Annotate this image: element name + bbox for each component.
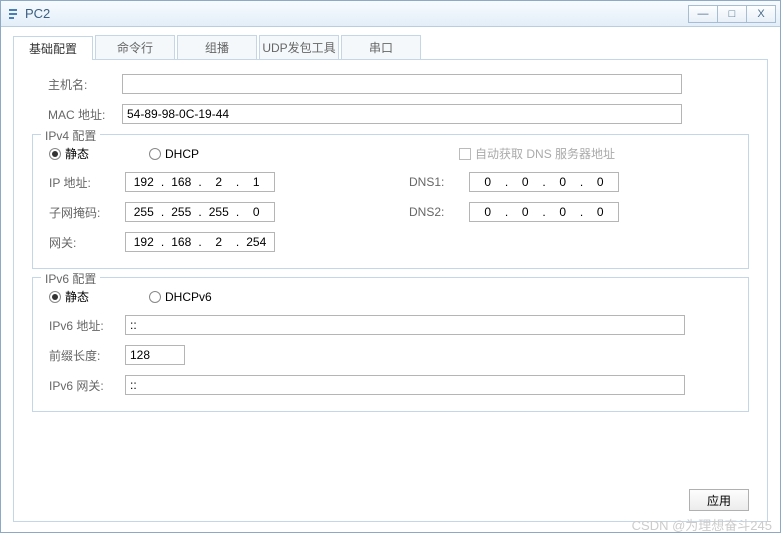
ip-row: IP 地址: 192. 168. 2. 1 <box>33 172 393 192</box>
ipv6-prefix-label: 前缀长度: <box>49 347 125 364</box>
tab-multicast[interactable]: 组播 <box>177 35 257 59</box>
mac-input[interactable] <box>122 104 682 124</box>
content: 基础配置 命令行 组播 UDP发包工具 串口 主机名: MAC 地址: IPv4… <box>1 27 780 530</box>
ipv6-addr-label: IPv6 地址: <box>49 317 125 334</box>
auto-dns-checkbox[interactable]: 自动获取 DNS 服务器地址 <box>459 145 615 162</box>
ipv6-mode-row: 静态 DHCPv6 <box>33 288 748 305</box>
close-button[interactable]: X <box>746 5 776 23</box>
ipv4-static-radio[interactable]: 静态 <box>49 145 89 162</box>
ipv6-addr-input[interactable]: :: <box>125 315 685 335</box>
ipv4-dhcp-label: DHCP <box>165 147 199 161</box>
ipv6-prefix-input[interactable]: 128 <box>125 345 185 365</box>
auto-dns-label: 自动获取 DNS 服务器地址 <box>475 145 615 162</box>
ipv6-static-radio[interactable]: 静态 <box>49 288 89 305</box>
window: PC2 — □ X 基础配置 命令行 组播 UDP发包工具 串口 主机名: MA… <box>0 0 781 533</box>
panel-basic: 主机名: MAC 地址: IPv4 配置 静态 DHCP 自动获取 DNS 服务… <box>13 60 768 522</box>
app-icon <box>5 6 21 22</box>
gw-label: 网关: <box>49 234 125 251</box>
apply-button[interactable]: 应用 <box>689 489 749 511</box>
ipv6-gw-input[interactable]: :: <box>125 375 685 395</box>
ipv6-dhcp-label: DHCPv6 <box>165 290 212 304</box>
ipv4-left-col: IP 地址: 192. 168. 2. 1 子网掩码: 255. <box>33 172 393 262</box>
ipv6-legend: IPv6 配置 <box>41 270 100 287</box>
window-title: PC2 <box>25 6 50 21</box>
ip-label: IP 地址: <box>49 174 125 191</box>
ip-input[interactable]: 192. 168. 2. 1 <box>125 172 275 192</box>
ipv6-fieldset: IPv6 配置 静态 DHCPv6 IPv6 地址: :: 前缀长度: 128 … <box>32 277 749 412</box>
tab-serial[interactable]: 串口 <box>341 35 421 59</box>
ipv4-right-col: DNS1: 0. 0. 0. 0 DNS2: 0. <box>393 172 753 262</box>
dns1-row: DNS1: 0. 0. 0. 0 <box>393 172 753 192</box>
ipv6-prefix-row: 前缀长度: 128 <box>33 345 748 365</box>
ipv4-mode-row: 静态 DHCP 自动获取 DNS 服务器地址 <box>33 145 748 162</box>
dns2-label: DNS2: <box>409 205 469 219</box>
hostname-row: 主机名: <box>32 74 749 94</box>
window-controls: — □ X <box>689 5 776 23</box>
tab-udp[interactable]: UDP发包工具 <box>259 35 339 59</box>
gw-input[interactable]: 192. 168. 2. 254 <box>125 232 275 252</box>
ipv4-dhcp-radio[interactable]: DHCP <box>149 147 199 161</box>
minimize-button[interactable]: — <box>688 5 718 23</box>
ipv4-static-label: 静态 <box>65 145 89 162</box>
dns2-row: DNS2: 0. 0. 0. 0 <box>393 202 753 222</box>
hostname-label: 主机名: <box>32 76 122 93</box>
titlebar: PC2 — □ X <box>1 1 780 27</box>
hostname-input[interactable] <box>122 74 682 94</box>
mac-label: MAC 地址: <box>32 106 122 123</box>
mac-row: MAC 地址: <box>32 104 749 124</box>
tab-basic[interactable]: 基础配置 <box>13 36 93 60</box>
gw-row: 网关: 192. 168. 2. 254 <box>33 232 393 252</box>
ipv4-cols: IP 地址: 192. 168. 2. 1 子网掩码: 255. <box>33 172 748 262</box>
ipv4-legend: IPv4 配置 <box>41 127 100 144</box>
ipv6-dhcp-radio[interactable]: DHCPv6 <box>149 290 212 304</box>
ipv4-fieldset: IPv4 配置 静态 DHCP 自动获取 DNS 服务器地址 IP 地址: 19… <box>32 134 749 269</box>
ipv6-gw-row: IPv6 网关: :: <box>33 375 748 395</box>
tab-bar: 基础配置 命令行 组播 UDP发包工具 串口 <box>13 35 768 60</box>
dns2-input[interactable]: 0. 0. 0. 0 <box>469 202 619 222</box>
mask-row: 子网掩码: 255. 255. 255. 0 <box>33 202 393 222</box>
dns1-input[interactable]: 0. 0. 0. 0 <box>469 172 619 192</box>
mask-label: 子网掩码: <box>49 204 125 221</box>
dns1-label: DNS1: <box>409 175 469 189</box>
tab-cli[interactable]: 命令行 <box>95 35 175 59</box>
ipv6-gw-label: IPv6 网关: <box>49 377 125 394</box>
mask-input[interactable]: 255. 255. 255. 0 <box>125 202 275 222</box>
ipv6-static-label: 静态 <box>65 288 89 305</box>
maximize-button[interactable]: □ <box>717 5 747 23</box>
ipv6-addr-row: IPv6 地址: :: <box>33 315 748 335</box>
